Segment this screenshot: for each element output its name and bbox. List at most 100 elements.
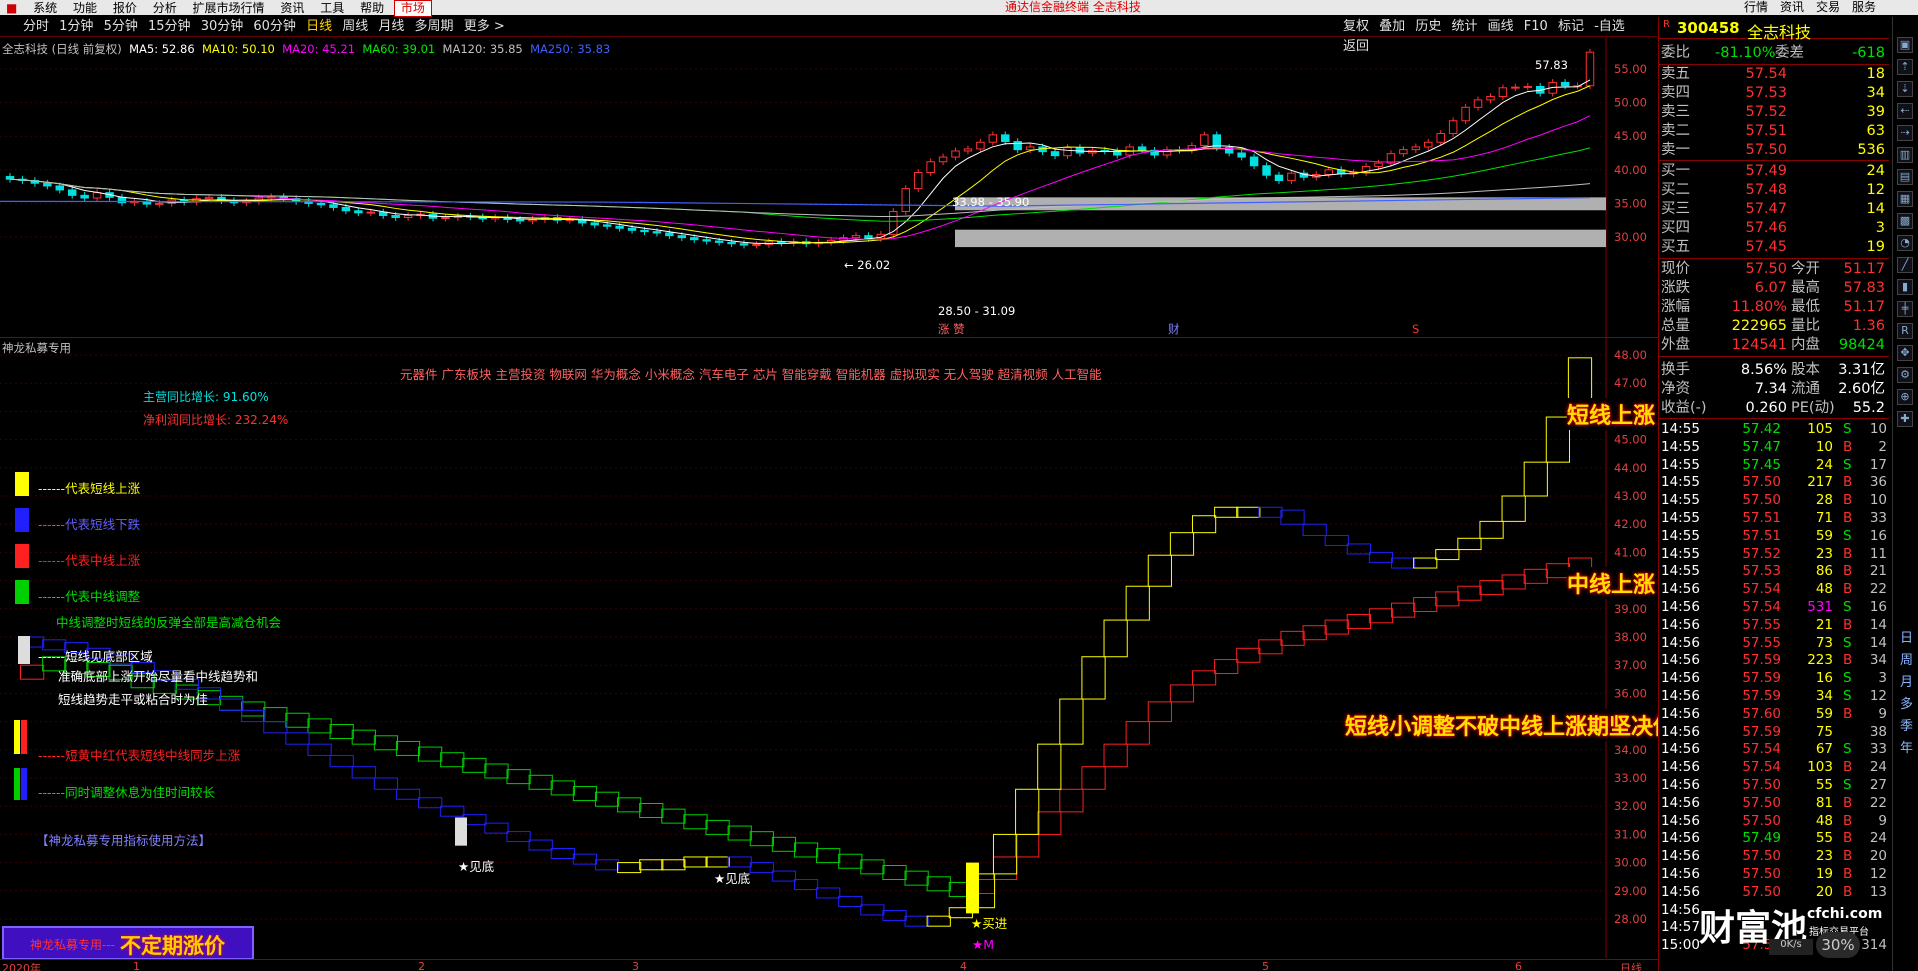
btn-history[interactable]: 历史 [1412,17,1444,37]
tick-time: 14:56 [1661,883,1700,900]
sidebar-period-1[interactable]: 周 [1900,649,1913,668]
buy-level-row[interactable]: 买一 57.49 24 [1659,162,1889,181]
btn-watchlist[interactable]: -自选 [1591,17,1628,37]
menu-item-function[interactable]: 功能 [67,1,103,16]
candle-body [1486,96,1495,101]
tick-time: 14:56 [1661,705,1700,722]
btn-f10[interactable]: F10 [1521,17,1551,37]
stat-label: 涨跌 [1661,280,1690,296]
period-30min[interactable]: 30分钟 [198,17,247,37]
btn-stats[interactable]: 统计 [1448,17,1480,37]
period-monthly[interactable]: 月线 [375,17,407,37]
period-weekly[interactable]: 周线 [339,17,371,37]
period-1min[interactable]: 1分钟 [56,17,96,37]
period-15min[interactable]: 15分钟 [145,17,194,37]
tick-icon[interactable]: ╪ [1897,301,1913,317]
stat-row[interactable]: 外盘 124541 内盘 98424 [1659,336,1889,355]
menu-item-system[interactable]: 系统 [27,1,63,16]
stat-label: 收益(-) [1661,400,1707,416]
buy-level-row[interactable]: 买四 57.46 3 [1659,219,1889,238]
sidebar-period-4[interactable]: 季 [1900,715,1913,734]
arrow-right-icon[interactable]: ⇢ [1897,125,1913,141]
menu-item-market[interactable]: 市场 [393,0,432,17]
stat-row[interactable]: 总量 222965 量比 1.36 [1659,317,1889,336]
mid-up-box [1280,630,1305,646]
settings-icon[interactable]: ⚙ [1897,367,1913,383]
sidebar-period-5[interactable]: 年 [1900,737,1913,756]
panel-icon[interactable]: ▣ [1897,37,1913,53]
tab-trade[interactable]: 交易 [1810,0,1846,15]
short-down-box [373,777,399,790]
candle-body [1274,174,1284,182]
chart-icon[interactable]: ▥ [1897,147,1913,163]
btn-mark[interactable]: 标记 [1555,17,1587,37]
sell-level-row[interactable]: 卖三 57.52 39 [1659,103,1889,122]
sell-level-row[interactable]: 卖二 57.51 63 [1659,122,1889,141]
period-tick[interactable]: 分时 [20,17,52,37]
stat-row[interactable]: 净资 7.34 流通 2.60亿 [1659,380,1889,399]
menu-item-extended-market[interactable]: 扩展市场行情 [187,1,271,16]
short-down-box [528,839,553,851]
pie-icon[interactable]: ◔ [1897,235,1913,251]
candle-body [938,156,948,163]
menu-item-quote[interactable]: 报价 [107,1,143,16]
candle-body [366,211,376,214]
candle-body [1411,146,1421,151]
sell-level-row[interactable]: 卖五 57.54 18 [1659,65,1889,84]
btn-overlay[interactable]: 叠加 [1376,17,1408,37]
bar-icon[interactable]: ▤ [1897,169,1913,185]
zoom-icon[interactable]: ⊕ [1897,389,1913,405]
buy-level-label: 买四 [1661,220,1690,236]
menu-item-analysis[interactable]: 分析 [147,1,183,16]
kline-icon[interactable]: ▮ [1897,279,1913,295]
period-60min[interactable]: 60分钟 [250,17,299,37]
mid-down-box [793,842,819,858]
arrow-left-icon[interactable]: ⇠ [1897,103,1913,119]
stat-row[interactable]: 现价 57.50 今开 51.17 [1659,260,1889,279]
tick-side: S [1843,670,1852,687]
buy-level-row[interactable]: 买五 57.45 19 [1659,238,1889,257]
tab-service[interactable]: 服务 [1846,0,1882,15]
move-icon[interactable]: ✥ [1897,345,1913,361]
legend-swatch-bottom [18,636,30,664]
buy-level-row[interactable]: 买三 57.47 14 [1659,200,1889,219]
sell-level-row[interactable]: 卖一 57.50 536 [1659,141,1889,160]
table-icon[interactable]: ▦ [1897,191,1913,207]
sell-level-label: 卖一 [1661,142,1690,158]
period-multi[interactable]: 多周期 [412,17,457,37]
y-axis-label: 42.00 [1614,517,1647,531]
stat-row[interactable]: 收益(-) 0.260 PE(动) 55.2 [1659,399,1889,418]
arrow-up-icon[interactable]: ⇡ [1897,59,1913,75]
buy-level-row[interactable]: 买二 57.48 12 [1659,181,1889,200]
indicator-help-link[interactable]: 【神龙私募专用指标使用方法】 [36,830,211,849]
btn-draw[interactable]: 画线 [1485,17,1517,37]
tick-row: 14:55 57.42 105 S 10 [1659,421,1889,439]
period-more[interactable]: 更多 > [461,17,508,37]
tick-volume: 21 [1815,616,1833,633]
rsi-icon[interactable]: R [1897,323,1913,339]
indicator-chart[interactable]: 48.0047.0046.0045.0044.0043.0042.0041.00… [0,338,1658,958]
period-5min[interactable]: 5分钟 [101,17,141,37]
stat-row[interactable]: 涨幅 11.80% 最低 51.17 [1659,298,1889,317]
tick-price: 57.50 [1742,812,1781,829]
sidebar-period-3[interactable]: 多 [1900,693,1913,712]
sidebar-period-2[interactable]: 月 [1900,671,1913,690]
mid-down-box [882,865,907,881]
menu-item-help[interactable]: 帮助 [354,1,390,16]
tab-quote[interactable]: 行情 [1738,0,1774,15]
btn-fuquan[interactable]: 复权 [1340,17,1372,37]
menu-item-tools[interactable]: 工具 [314,1,350,16]
line-icon[interactable]: ╱ [1897,257,1913,273]
price-chart[interactable]: 55.00 50.00 45.00 40.00 35.00 30.00 57.83 ← 26.… [0,38,1658,338]
stat-row[interactable]: 换手 8.56% 股本 3.31亿 [1659,361,1889,380]
stat-row[interactable]: 涨跌 6.07 最高 57.83 [1659,279,1889,298]
grid-icon[interactable]: ▩ [1897,213,1913,229]
tab-info[interactable]: 资讯 [1774,0,1810,15]
tick-side: B [1843,581,1853,598]
menu-item-info[interactable]: 资讯 [274,1,310,16]
arrow-down-icon[interactable]: ⇣ [1897,81,1913,97]
sidebar-period-0[interactable]: 日 [1900,627,1913,646]
period-daily[interactable]: 日线 [303,17,335,37]
sell-level-row[interactable]: 卖四 57.53 34 [1659,84,1889,103]
cross-icon[interactable]: ✚ [1897,411,1913,427]
